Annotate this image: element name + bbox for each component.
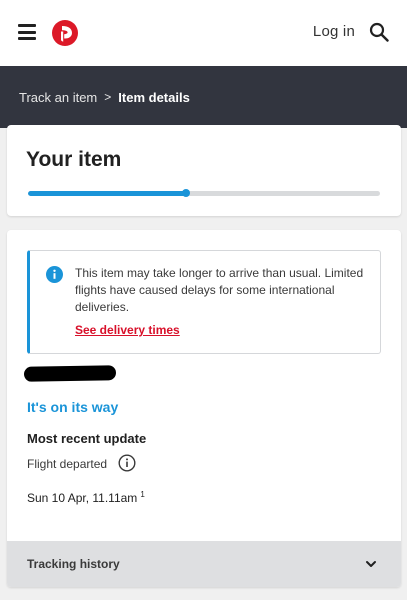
- breadcrumb-item-details: Item details: [118, 89, 190, 105]
- most-recent-update-heading: Most recent update: [27, 431, 147, 446]
- breadcrumb: Track an item > Item details: [0, 66, 407, 128]
- event-footnote: 1: [140, 490, 145, 499]
- page-title: Your item: [26, 148, 122, 171]
- latest-event-timestamp: Sun 10 Apr, 11.11am 1: [27, 490, 145, 505]
- auspost-logo-icon[interactable]: [52, 20, 78, 46]
- delivery-progress-fill: [28, 191, 187, 196]
- delivery-progress-bar: [28, 191, 380, 196]
- breadcrumb-track-an-item[interactable]: Track an item: [19, 90, 97, 105]
- latest-event-label: Flight departed: [27, 457, 108, 471]
- login-link[interactable]: Log in: [313, 23, 355, 40]
- notice-message: This item may take longer to arrive than…: [75, 266, 364, 314]
- event-time-text: Sun 10 Apr, 11.11am: [27, 491, 138, 505]
- info-circle-icon[interactable]: [118, 454, 136, 472]
- search-icon[interactable]: [369, 22, 389, 42]
- tracking-history-label: Tracking history: [27, 557, 120, 571]
- see-delivery-times-link[interactable]: See delivery times: [75, 323, 180, 337]
- hamburger-menu-icon[interactable]: [18, 24, 36, 40]
- top-app-bar: Log in: [0, 0, 407, 66]
- redacted-tracking-number: [23, 365, 117, 382]
- shipment-status: It's on its way: [27, 399, 119, 415]
- chevron-down-icon[interactable]: [365, 559, 377, 569]
- tracking-history-accordion[interactable]: Tracking history: [7, 541, 401, 587]
- info-icon: [46, 266, 63, 283]
- delivery-delay-notice: This item may take longer to arrive than…: [27, 250, 381, 354]
- breadcrumb-separator: >: [104, 90, 112, 104]
